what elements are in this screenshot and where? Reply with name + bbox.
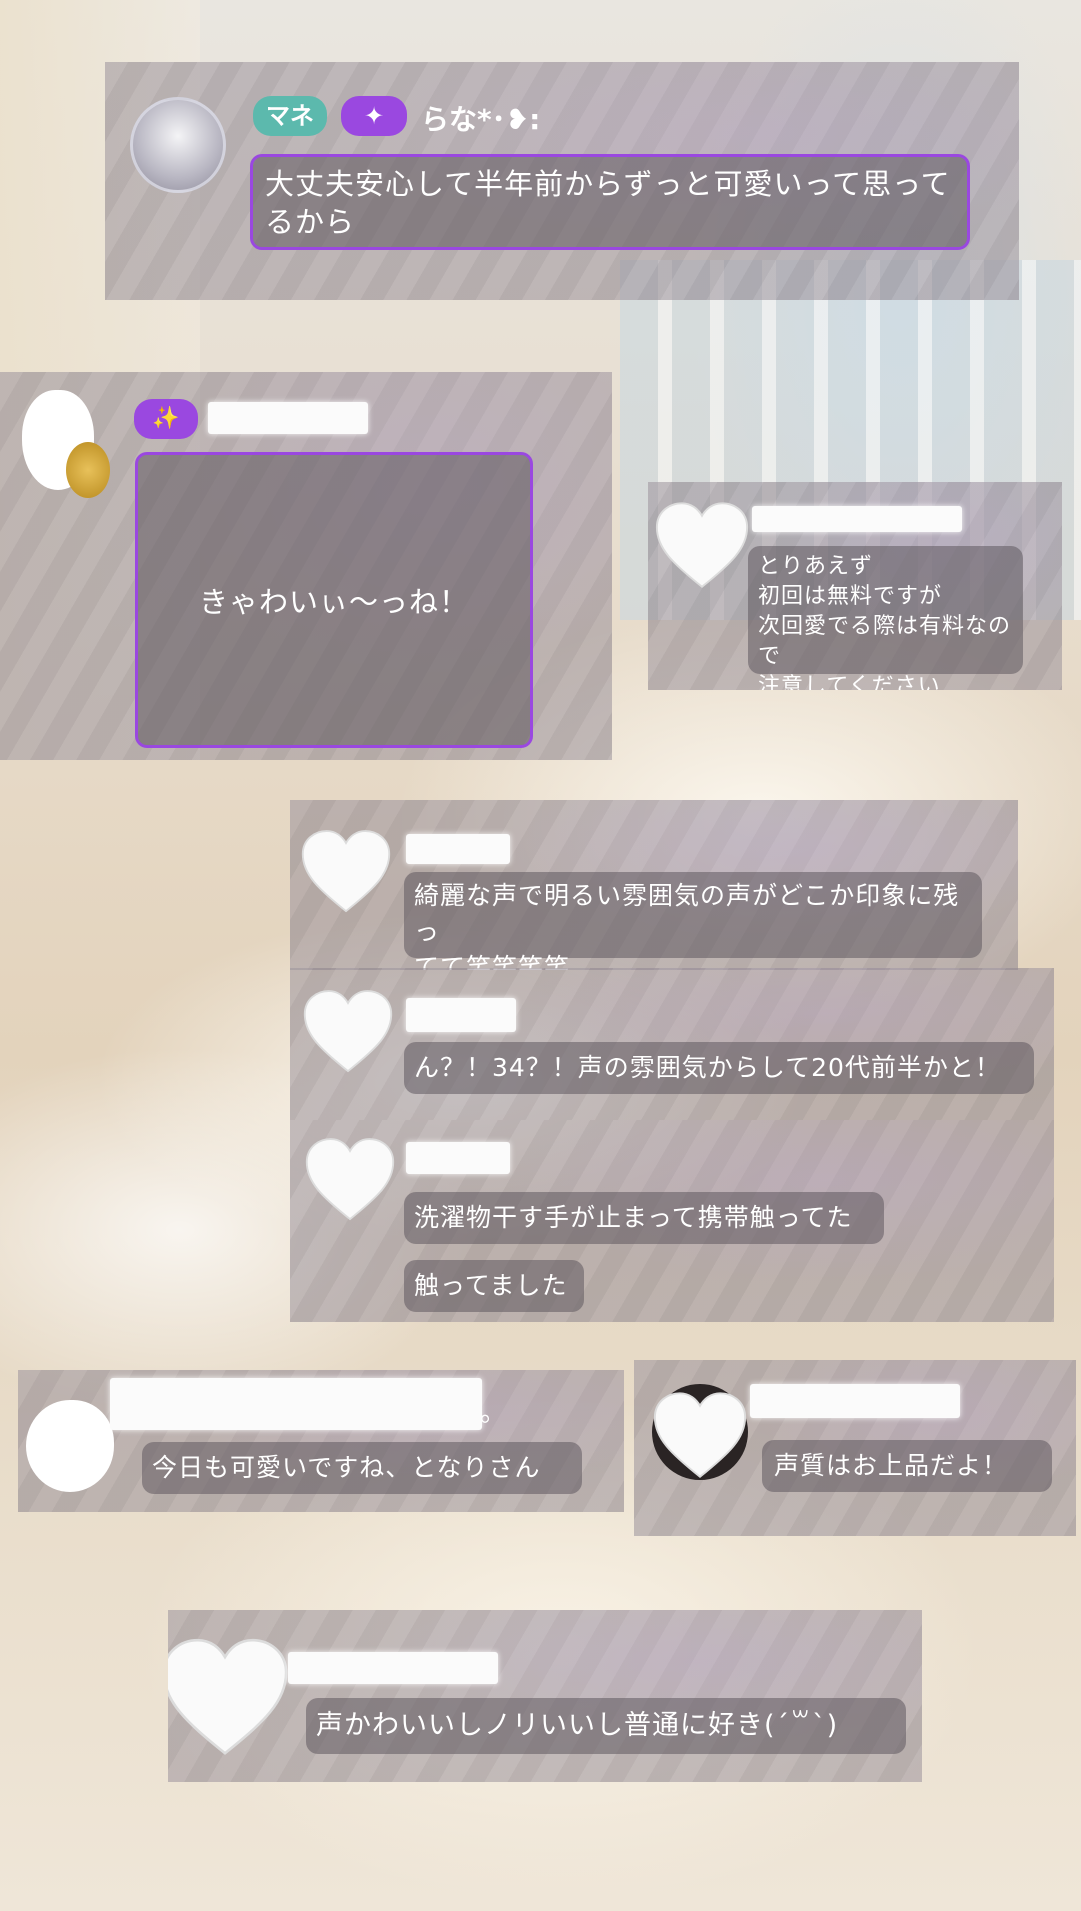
redacted-username [288, 1652, 498, 1684]
comment-text: 洗濯物干す手が止まって携帯触ってた [414, 1203, 853, 1232]
comment-card-9: 声かわいいしノリいいし普通に好き(´꒳`) [168, 1610, 922, 1782]
comment-text: ん？！34？！声の雰囲気からして20代前半かと！ [414, 1053, 1001, 1082]
redacted-username [406, 1142, 510, 1174]
comment-text: 綺麗な声で明るい雰囲気の声がどこか印象に残っ [414, 881, 960, 946]
comment-card-4: 綺麗な声で明るい雰囲気の声がどこか印象に残っ てて笑笑笑笑 [290, 800, 1018, 970]
comment-card-5: ん？！34？！声の雰囲気からして20代前半かと！ [290, 968, 1054, 1120]
reply-bubble: 触ってました [404, 1260, 584, 1312]
heart-icon [301, 830, 391, 913]
comment-text: 声質はお上品だよ！ [774, 1451, 1009, 1480]
username[interactable]: らな*･❥: [421, 98, 540, 138]
redacted-username [208, 402, 368, 434]
redacted-username [406, 834, 510, 864]
comment-card-3: とりあえず 初回は無料ですが 次回愛でる際は有料なので 注意してください [648, 482, 1062, 690]
comment-bubble: 今日も可愛いですね、となりさん [142, 1442, 582, 1494]
comment-card-1: マネ ✦ らな*･❥: 大丈夫安心して半年前からずっと可愛いって思ってるから [105, 62, 1019, 300]
comment-bubble: ん？！34？！声の雰囲気からして20代前半かと！ [404, 1042, 1034, 1094]
heart-icon [168, 1638, 288, 1755]
sparkles-badge: ✨ [134, 399, 198, 439]
comment-card-7: 。 今日も可愛いですね、となりさん [18, 1370, 624, 1512]
comment-text: 今日も可愛いですね、となりさん [152, 1453, 541, 1482]
reply-text: 触ってました [414, 1271, 568, 1300]
comment-line: 注意してください [758, 674, 941, 690]
comment-bubble: とりあえず 初回は無料ですが 次回愛でる際は有料なので 注意してください [748, 546, 1023, 690]
avatar[interactable] [26, 1400, 114, 1492]
redacted-username [752, 506, 962, 532]
comment-text: きゃわいぃ〜っね！ [198, 585, 469, 619]
redacted-username [406, 998, 516, 1032]
redacted-username [750, 1384, 960, 1418]
redacted-username [110, 1378, 482, 1430]
comment-bubble: 綺麗な声で明るい雰囲気の声がどこか印象に残っ てて笑笑笑笑 [404, 872, 982, 970]
comment-card-8: 声質はお上品だよ！ [634, 1360, 1076, 1536]
comment-line: 初回は無料ですが [758, 584, 943, 609]
comment-card-6: 洗濯物干す手が止まって携帯触ってた 触ってました [290, 1120, 1054, 1322]
comment-bubble: きゃわいぃ〜っね！ [135, 452, 533, 748]
comment-line: 次回愛でる際は有料なので [758, 614, 1012, 669]
comment-line: とりあえず [758, 554, 874, 579]
heart-icon [655, 502, 749, 589]
badge-sparkle: ✦ [341, 96, 407, 136]
comment-bubble: 声質はお上品だよ！ [762, 1440, 1052, 1492]
comment-text: 大丈夫安心して半年前からずっと可愛いって思ってるから [265, 167, 951, 239]
username-suffix: 。 [480, 1398, 507, 1428]
comment-card-2: ✨ きゃわいぃ〜っね！ [0, 372, 612, 760]
heart-icon [303, 990, 393, 1073]
heart-icon [305, 1138, 395, 1221]
comment-text-continued: てて笑笑笑笑 [414, 953, 571, 970]
comment-text: 声かわいいしノリいいし普通に好き(´꒳`) [316, 1710, 839, 1741]
comment-bubble: 声かわいいしノリいいし普通に好き(´꒳`) [306, 1698, 906, 1754]
avatar[interactable] [130, 97, 226, 193]
comment-bubble: 大丈夫安心して半年前からずっと可愛いって思ってるから [250, 154, 970, 250]
comment-bubble: 洗濯物干す手が止まって携帯触ってた [404, 1192, 884, 1244]
badge-mane: マネ [253, 96, 327, 136]
gold-decoration-icon [66, 442, 110, 498]
heart-icon [653, 1392, 747, 1479]
